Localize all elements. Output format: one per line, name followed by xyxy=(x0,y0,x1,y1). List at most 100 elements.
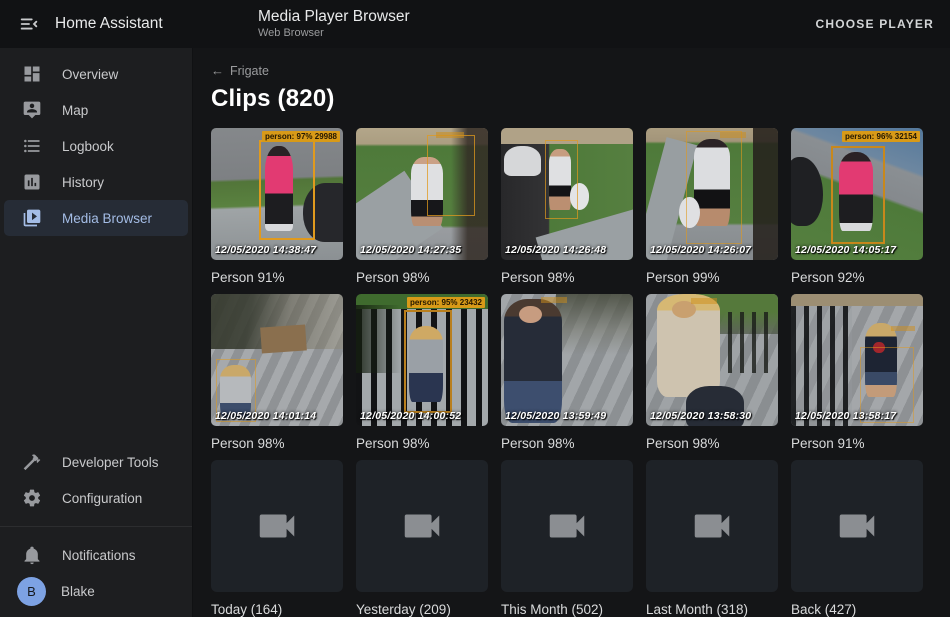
clip-thumbnail: person: 97% 29988 12/05/2020 14:38:47 xyxy=(211,128,343,260)
clip-thumbnail: 12/05/2020 14:26:07 xyxy=(646,128,778,260)
folder-label: Last Month (318) xyxy=(646,601,778,617)
back-arrow-icon: ← xyxy=(211,63,224,78)
clip-timestamp: 12/05/2020 13:58:17 xyxy=(795,410,896,422)
folder-card-back[interactable]: Back (427) xyxy=(791,460,923,617)
sidebar-item-developer-tools[interactable]: Developer Tools xyxy=(4,444,188,480)
clip-card[interactable]: 12/05/2020 14:01:14 Person 98% xyxy=(211,294,343,452)
clip-card[interactable]: 12/05/2020 13:59:49 Person 98% xyxy=(501,294,633,452)
clip-caption: Person 98% xyxy=(356,435,488,452)
clip-caption: Person 98% xyxy=(211,435,343,452)
clip-caption: Person 98% xyxy=(501,269,633,286)
clip-timestamp: 12/05/2020 14:00:52 xyxy=(360,410,461,422)
video-camera-icon xyxy=(544,503,590,549)
list-bulleted-icon xyxy=(21,135,43,157)
page-header-block: Media Player Browser Web Browser xyxy=(258,8,410,39)
clip-card[interactable]: 12/05/2020 14:26:48 Person 98% xyxy=(501,128,633,286)
sidebar-toggle-icon[interactable] xyxy=(17,12,41,36)
clip-caption: Person 92% xyxy=(791,269,923,286)
map-account-icon xyxy=(21,99,43,121)
clip-thumbnail: 12/05/2020 13:58:30 xyxy=(646,294,778,426)
video-camera-icon xyxy=(834,503,880,549)
clips-grid: person: 97% 29988 12/05/2020 14:38:47 Pe… xyxy=(193,113,950,617)
breadcrumb-back[interactable]: ← Frigate xyxy=(193,48,287,78)
page-header-subtitle: Web Browser xyxy=(258,27,410,40)
folder-thumbnail xyxy=(501,460,633,592)
media-browser-content: ← Frigate Clips (820) person: 97% 29988 … xyxy=(193,48,950,617)
folder-label: This Month (502) xyxy=(501,601,633,617)
sidebar-item-label: History xyxy=(62,175,104,190)
folder-label: Yesterday (209) xyxy=(356,601,488,617)
sidebar-item-logbook[interactable]: Logbook xyxy=(4,128,188,164)
clip-thumbnail: person: 96% 32154 12/05/2020 14:05:17 xyxy=(791,128,923,260)
topbar-left: Home Assistant xyxy=(0,12,193,36)
clip-thumbnail: person: 95% 23432 12/05/2020 14:00:52 xyxy=(356,294,488,426)
clip-card[interactable]: 12/05/2020 13:58:30 Person 98% xyxy=(646,294,778,452)
clip-card[interactable]: 12/05/2020 14:26:07 Person 99% xyxy=(646,128,778,286)
folder-card-yesterday[interactable]: Yesterday (209) xyxy=(356,460,488,617)
sidebar-item-configuration[interactable]: Configuration xyxy=(4,480,188,516)
folder-label: Today (164) xyxy=(211,601,343,617)
sidebar-item-label: Blake xyxy=(61,584,95,599)
clip-thumbnail: 12/05/2020 14:01:14 xyxy=(211,294,343,426)
hammer-icon xyxy=(21,451,43,473)
clip-card[interactable]: person: 97% 29988 12/05/2020 14:38:47 Pe… xyxy=(211,128,343,286)
clip-timestamp: 12/05/2020 14:01:14 xyxy=(215,410,316,422)
clip-caption: Person 98% xyxy=(501,435,633,452)
folder-thumbnail xyxy=(646,460,778,592)
clip-caption: Person 98% xyxy=(356,269,488,286)
sidebar-divider xyxy=(0,526,192,527)
sidebar-item-media-browser[interactable]: Media Browser xyxy=(4,200,188,236)
sidebar-item-label: Logbook xyxy=(62,139,114,154)
folder-card-today[interactable]: Today (164) xyxy=(211,460,343,617)
clip-thumbnail: 12/05/2020 14:27:35 xyxy=(356,128,488,260)
clip-caption: Person 99% xyxy=(646,269,778,286)
clip-timestamp: 12/05/2020 13:59:49 xyxy=(505,410,606,422)
sidebar-item-label: Configuration xyxy=(62,491,142,506)
play-box-multiple-icon xyxy=(21,207,43,229)
folder-thumbnail xyxy=(211,460,343,592)
gear-icon xyxy=(21,487,43,509)
sidebar-item-label: Notifications xyxy=(62,548,136,563)
clip-card[interactable]: 12/05/2020 14:27:35 Person 98% xyxy=(356,128,488,286)
detection-label: person: 97% 29988 xyxy=(262,131,340,142)
sidebar-item-label: Overview xyxy=(62,67,118,82)
sidebar-item-history[interactable]: History xyxy=(4,164,188,200)
sidebar-item-user[interactable]: B Blake xyxy=(4,573,188,609)
top-bar: Home Assistant Media Player Browser Web … xyxy=(0,0,950,48)
sidebar-item-label: Map xyxy=(62,103,88,118)
choose-player-button[interactable]: CHOOSE PLAYER xyxy=(799,7,950,41)
clip-card[interactable]: person: 95% 23432 12/05/2020 14:00:52 Pe… xyxy=(356,294,488,452)
bell-icon xyxy=(21,544,43,566)
clip-timestamp: 12/05/2020 14:27:35 xyxy=(360,244,461,256)
clip-card[interactable]: 12/05/2020 13:58:17 Person 91% xyxy=(791,294,923,452)
clip-thumbnail: 12/05/2020 14:26:48 xyxy=(501,128,633,260)
video-camera-icon xyxy=(399,503,445,549)
chart-box-icon xyxy=(21,171,43,193)
clip-timestamp: 12/05/2020 14:26:48 xyxy=(505,244,606,256)
clip-timestamp: 12/05/2020 13:58:30 xyxy=(650,410,751,422)
sidebar-item-label: Developer Tools xyxy=(62,455,159,470)
view-dashboard-icon xyxy=(21,63,43,85)
clip-card[interactable]: person: 96% 32154 12/05/2020 14:05:17 Pe… xyxy=(791,128,923,286)
sidebar-item-notifications[interactable]: Notifications xyxy=(4,537,188,573)
page-header-title: Media Player Browser xyxy=(258,8,410,26)
clip-caption: Person 91% xyxy=(211,269,343,286)
video-camera-icon xyxy=(254,503,300,549)
clip-thumbnail: 12/05/2020 13:58:17 xyxy=(791,294,923,426)
sidebar-item-overview[interactable]: Overview xyxy=(4,56,188,92)
sidebar-item-map[interactable]: Map xyxy=(4,92,188,128)
video-camera-icon xyxy=(689,503,735,549)
clip-caption: Person 91% xyxy=(791,435,923,452)
sidebar: Overview Map Logbook History xyxy=(0,48,193,617)
detection-label: person: 96% 32154 xyxy=(842,131,920,142)
breadcrumb-label: Frigate xyxy=(230,64,269,78)
page-title: Clips (820) xyxy=(193,78,950,113)
app-title: Home Assistant xyxy=(55,15,163,33)
folder-card-last-month[interactable]: Last Month (318) xyxy=(646,460,778,617)
folder-label: Back (427) xyxy=(791,601,923,617)
clip-timestamp: 12/05/2020 14:26:07 xyxy=(650,244,751,256)
folder-card-this-month[interactable]: This Month (502) xyxy=(501,460,633,617)
sidebar-item-label: Media Browser xyxy=(62,211,152,226)
clip-timestamp: 12/05/2020 14:38:47 xyxy=(215,244,316,256)
app-window: Home Assistant Media Player Browser Web … xyxy=(0,0,950,617)
